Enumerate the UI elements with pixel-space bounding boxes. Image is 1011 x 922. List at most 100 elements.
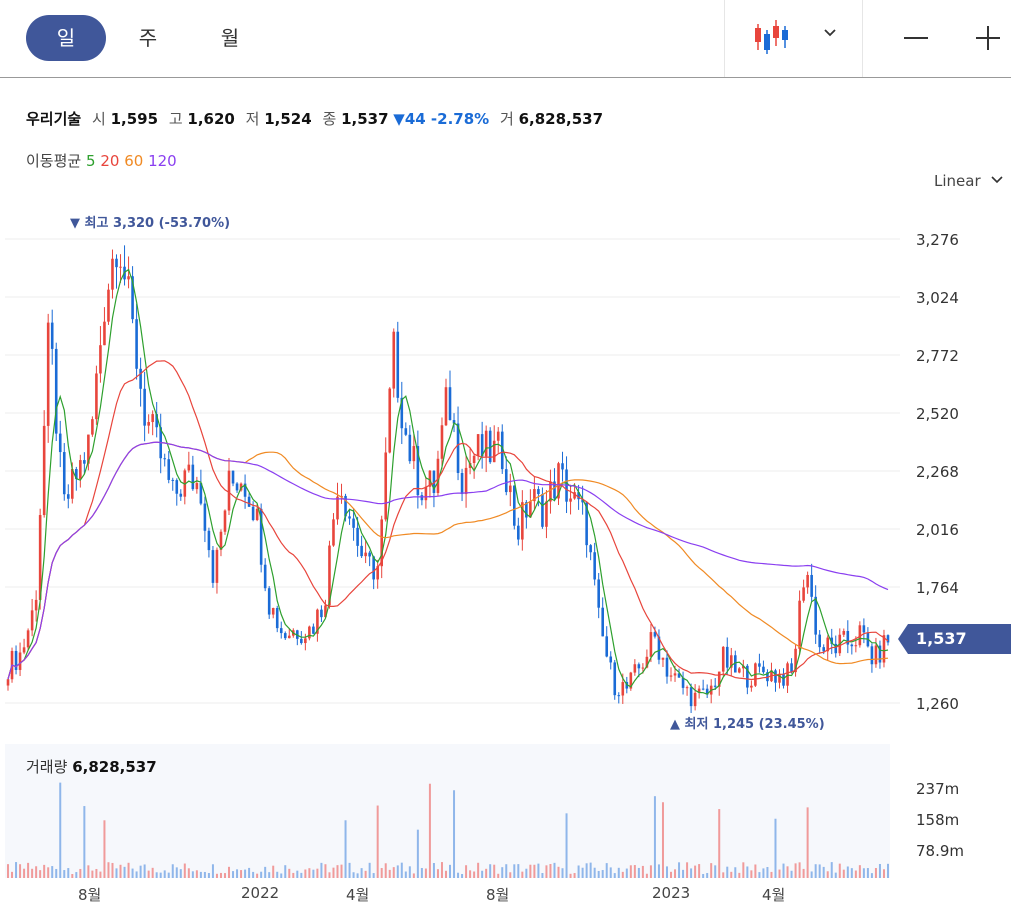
candle-body — [725, 646, 729, 668]
low-value: 1,524 — [264, 110, 312, 128]
chart-type-selector[interactable] — [750, 16, 850, 60]
volume-bar — [577, 865, 580, 878]
volume-bar — [123, 866, 126, 878]
close-value: 1,537 — [341, 110, 389, 128]
volume-bar — [348, 862, 351, 878]
tab-monthly[interactable]: 월 — [190, 15, 270, 61]
volume-bar — [657, 864, 660, 878]
candle-body — [211, 550, 215, 583]
volume-bar — [645, 873, 648, 878]
volume-bar — [155, 872, 158, 878]
volume-bar — [39, 870, 42, 878]
candle-body — [621, 682, 625, 696]
candle-body — [247, 496, 251, 507]
scale-selector[interactable]: Linear — [934, 172, 1005, 190]
candle-body — [384, 452, 388, 520]
volume-bar — [199, 871, 202, 878]
volume-bar — [207, 873, 210, 878]
candle-body — [107, 289, 110, 322]
candle-body — [641, 667, 645, 669]
current-price-tag: 1,537 — [898, 624, 1011, 654]
high-label: 고 — [168, 110, 183, 128]
candle-body — [842, 630, 846, 635]
moving-average-legend[interactable]: 이동평균 5 20 60 120 — [26, 150, 177, 171]
candle-body — [227, 470, 231, 511]
candle-body — [782, 673, 785, 686]
volume-bar — [223, 873, 226, 878]
candle-body — [215, 549, 219, 583]
candle-body — [79, 460, 82, 479]
candle-body — [111, 258, 114, 290]
volume-bar — [766, 867, 769, 878]
candle-body — [336, 496, 339, 520]
volume-bar — [380, 868, 383, 878]
volume-bar — [191, 871, 194, 878]
minus-icon — [904, 37, 928, 39]
candle-body — [701, 688, 705, 690]
volume-bar — [404, 871, 407, 878]
volume-bar — [187, 868, 190, 878]
candle-body — [693, 692, 697, 707]
volume-bar — [730, 871, 733, 878]
volume-bar — [219, 872, 222, 878]
volume-bar — [396, 865, 399, 878]
volume-bar — [424, 868, 427, 878]
candle-body — [143, 388, 146, 426]
low-label: 저 — [245, 110, 260, 128]
volume-bar — [866, 868, 869, 878]
candle-body — [424, 486, 428, 501]
tab-daily[interactable]: 일 — [26, 15, 106, 61]
volume-bar — [778, 869, 781, 878]
volume-bar — [135, 871, 138, 878]
volume-bar — [312, 869, 315, 878]
volume-bar — [641, 865, 644, 878]
candle-body — [207, 530, 211, 551]
volume-bar — [328, 872, 331, 878]
candle-body — [115, 258, 118, 268]
volume-bar — [288, 868, 291, 878]
volume-bar — [151, 867, 154, 878]
candle-body — [6, 679, 10, 686]
candle-body — [30, 610, 34, 631]
volume-bar — [252, 871, 255, 878]
volume-bar — [485, 868, 488, 878]
volume-bar — [449, 864, 452, 878]
volume-bar — [264, 866, 267, 878]
candle-body — [392, 331, 396, 389]
volume-bar — [27, 862, 30, 878]
volume-bar — [440, 862, 443, 878]
scale-label: Linear — [934, 172, 981, 190]
change-value: ▼44 -2.78% — [393, 110, 490, 128]
price-chart[interactable] — [0, 195, 1011, 745]
x-tick: 2023 — [652, 884, 691, 902]
candle-body — [271, 608, 275, 615]
zoom-in-button[interactable] — [968, 18, 1008, 58]
volume-bar — [67, 868, 70, 878]
volume-bar — [428, 783, 431, 878]
y-tick: 1,260 — [916, 695, 959, 713]
volume-bar — [119, 864, 122, 878]
ma-label: 이동평균 — [26, 152, 82, 170]
volume-tick: 237m — [916, 780, 960, 798]
volume-bar — [412, 873, 415, 878]
volume-bar — [545, 865, 548, 878]
volume-bar — [79, 868, 82, 878]
candle-body — [127, 276, 130, 280]
volume-bar — [706, 873, 709, 878]
candle-body — [669, 675, 673, 677]
volume-bar — [790, 870, 793, 878]
candle-body — [58, 433, 62, 453]
candle-body — [545, 501, 548, 527]
candle-body — [139, 368, 142, 389]
volume-bar — [99, 871, 102, 878]
candle-body — [255, 508, 259, 521]
high-value: 1,620 — [187, 110, 235, 128]
volume-bar — [746, 866, 749, 878]
zoom-out-button[interactable] — [896, 18, 936, 58]
candle-body — [517, 525, 520, 540]
volume-bar — [236, 869, 239, 878]
candle-body — [360, 545, 363, 557]
volume-bar — [139, 865, 142, 878]
volume-bar — [686, 862, 689, 878]
tab-weekly[interactable]: 주 — [108, 15, 188, 61]
